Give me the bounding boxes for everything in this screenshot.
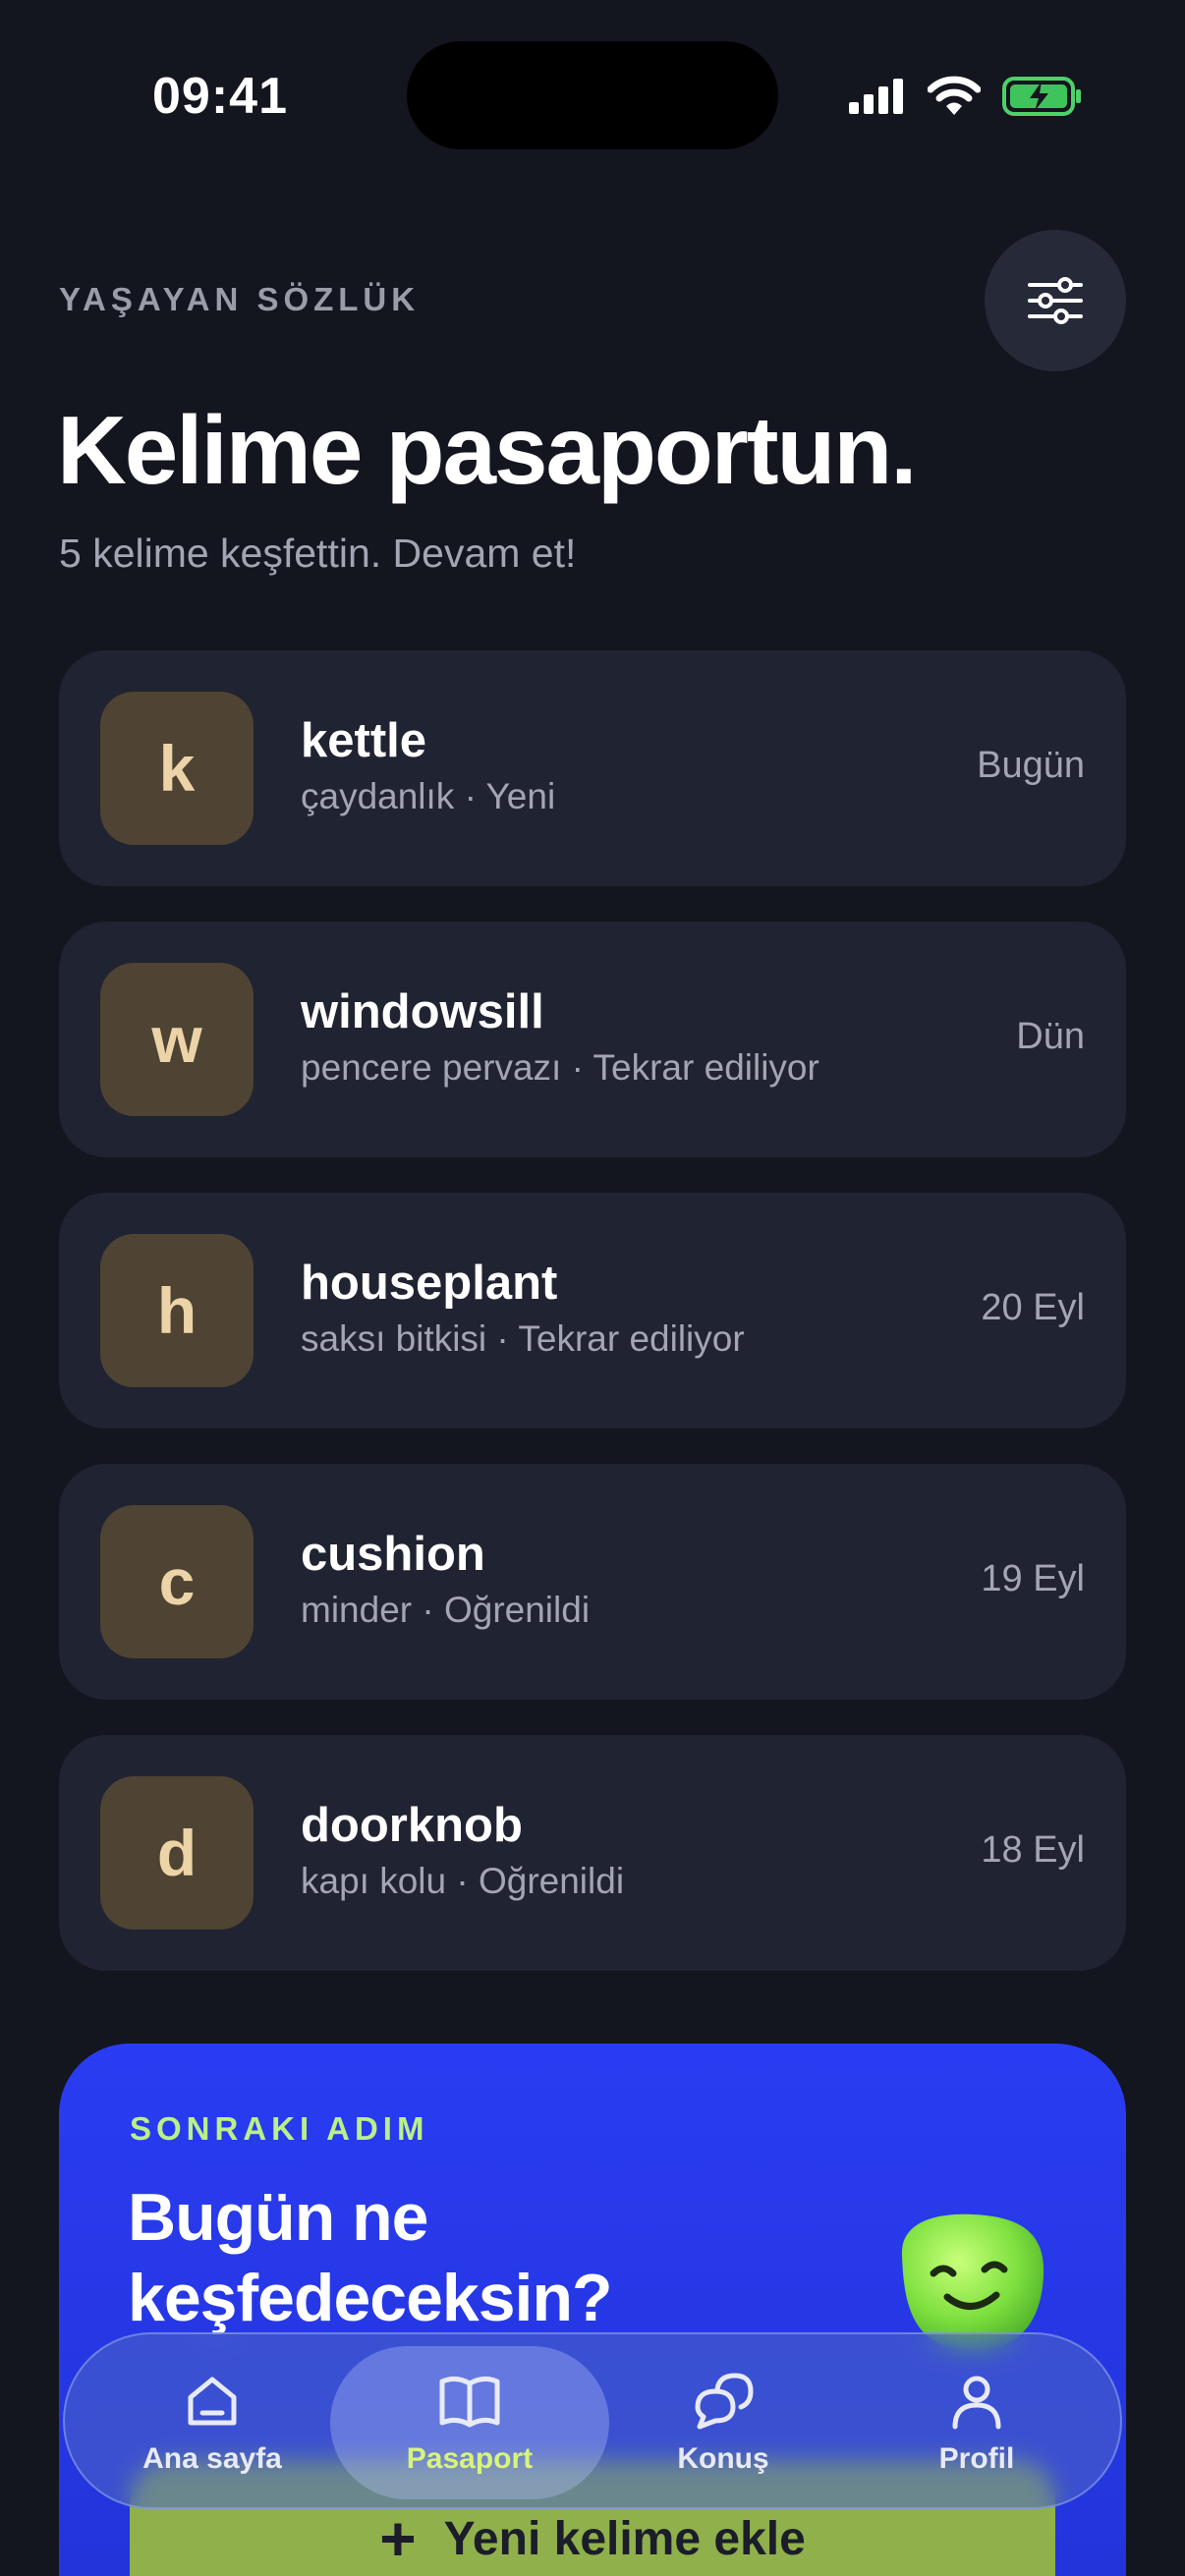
word-title: cushion [301, 1528, 485, 1581]
next-step-title: Bugün ne keşfedeceksin? [128, 2180, 613, 2335]
word-initial-tile: w [100, 963, 254, 1116]
page-subtitle: 5 kelime keşfettin. Devam et! [59, 531, 577, 576]
user-icon [952, 2376, 1001, 2430]
battery-charging-icon [1002, 77, 1081, 116]
section-eyebrow: YAŞAYAN SÖZLÜK [59, 281, 421, 317]
word-card[interactable]: d doorknob kapı kolu · Oğrenildi 18 Eyl [59, 1735, 1126, 1971]
signal-icon [849, 79, 903, 114]
word-date: Bugün [977, 745, 1085, 786]
nav-item-home[interactable]: Ana sayfa [104, 2334, 320, 2511]
nav-item-passport[interactable]: Pasaport [362, 2334, 578, 2511]
word-meta: çaydanlık · Yeni [301, 776, 556, 816]
status-time: 09:41 [152, 68, 288, 125]
word-initial-tile: c [100, 1505, 254, 1658]
word-title: houseplant [301, 1257, 558, 1310]
word-date: Dün [1016, 1016, 1085, 1057]
chat-icon [695, 2373, 754, 2430]
word-card[interactable]: w windowsill pencere pervazı · Tekrar ed… [59, 922, 1126, 1157]
word-list: k kettle çaydanlık · Yeni Bugün w window… [59, 650, 1126, 2006]
page-title: Kelime pasaportun. [57, 396, 917, 504]
word-title: windowsill [301, 985, 544, 1038]
passport-screen: 09:41 YAŞAYAN SÖZLÜK Kelime pasaportun. … [0, 0, 1185, 2576]
word-title: doorknob [301, 1799, 523, 1852]
word-initial-tile: d [100, 1776, 254, 1930]
word-card[interactable]: h houseplant saksı bitkisi · Tekrar edil… [59, 1193, 1126, 1428]
wifi-icon [928, 76, 981, 115]
word-card[interactable]: k kettle çaydanlık · Yeni Bugün [59, 650, 1126, 886]
nav-label: Profil [938, 2442, 1015, 2475]
nav-item-talk[interactable]: Konuş [615, 2334, 831, 2511]
word-meta: kapı kolu · Oğrenildi [301, 1861, 625, 1901]
nav-label: Pasaport [406, 2442, 534, 2475]
word-meta: saksı bitkisi · Tekrar ediliyor [301, 1318, 745, 1359]
status-icons [847, 69, 1083, 124]
next-step-eyebrow: SONRAKI ADIM [130, 2110, 429, 2147]
word-date: 18 Eyl [981, 1829, 1085, 1871]
dynamic-island [407, 41, 778, 149]
nav-label: Ana sayfa [142, 2442, 282, 2475]
word-title: kettle [301, 714, 427, 767]
word-initial-tile: k [100, 692, 254, 845]
nav-label: Konuş [677, 2442, 769, 2475]
add-word-label: Yeni kelime ekle [443, 2512, 806, 2565]
word-meta: pencere pervazı · Tekrar ediliyor [301, 1047, 819, 1088]
book-icon [439, 2376, 500, 2428]
home-icon [188, 2377, 237, 2426]
plus-icon: + [379, 2503, 417, 2574]
nav-item-profile[interactable]: Profil [869, 2334, 1085, 2511]
word-card[interactable]: c cushion minder · Oğrenildi 19 Eyl [59, 1464, 1126, 1700]
word-meta: minder · Oğrenildi [301, 1590, 591, 1630]
word-initial-tile: h [100, 1234, 254, 1387]
word-date: 19 Eyl [981, 1558, 1085, 1599]
bottom-navigation: Ana sayfa Pasaport Konuş Profil [63, 2332, 1122, 2509]
filter-button[interactable] [985, 230, 1126, 371]
sliders-icon [1028, 277, 1083, 324]
word-date: 20 Eyl [981, 1287, 1085, 1328]
